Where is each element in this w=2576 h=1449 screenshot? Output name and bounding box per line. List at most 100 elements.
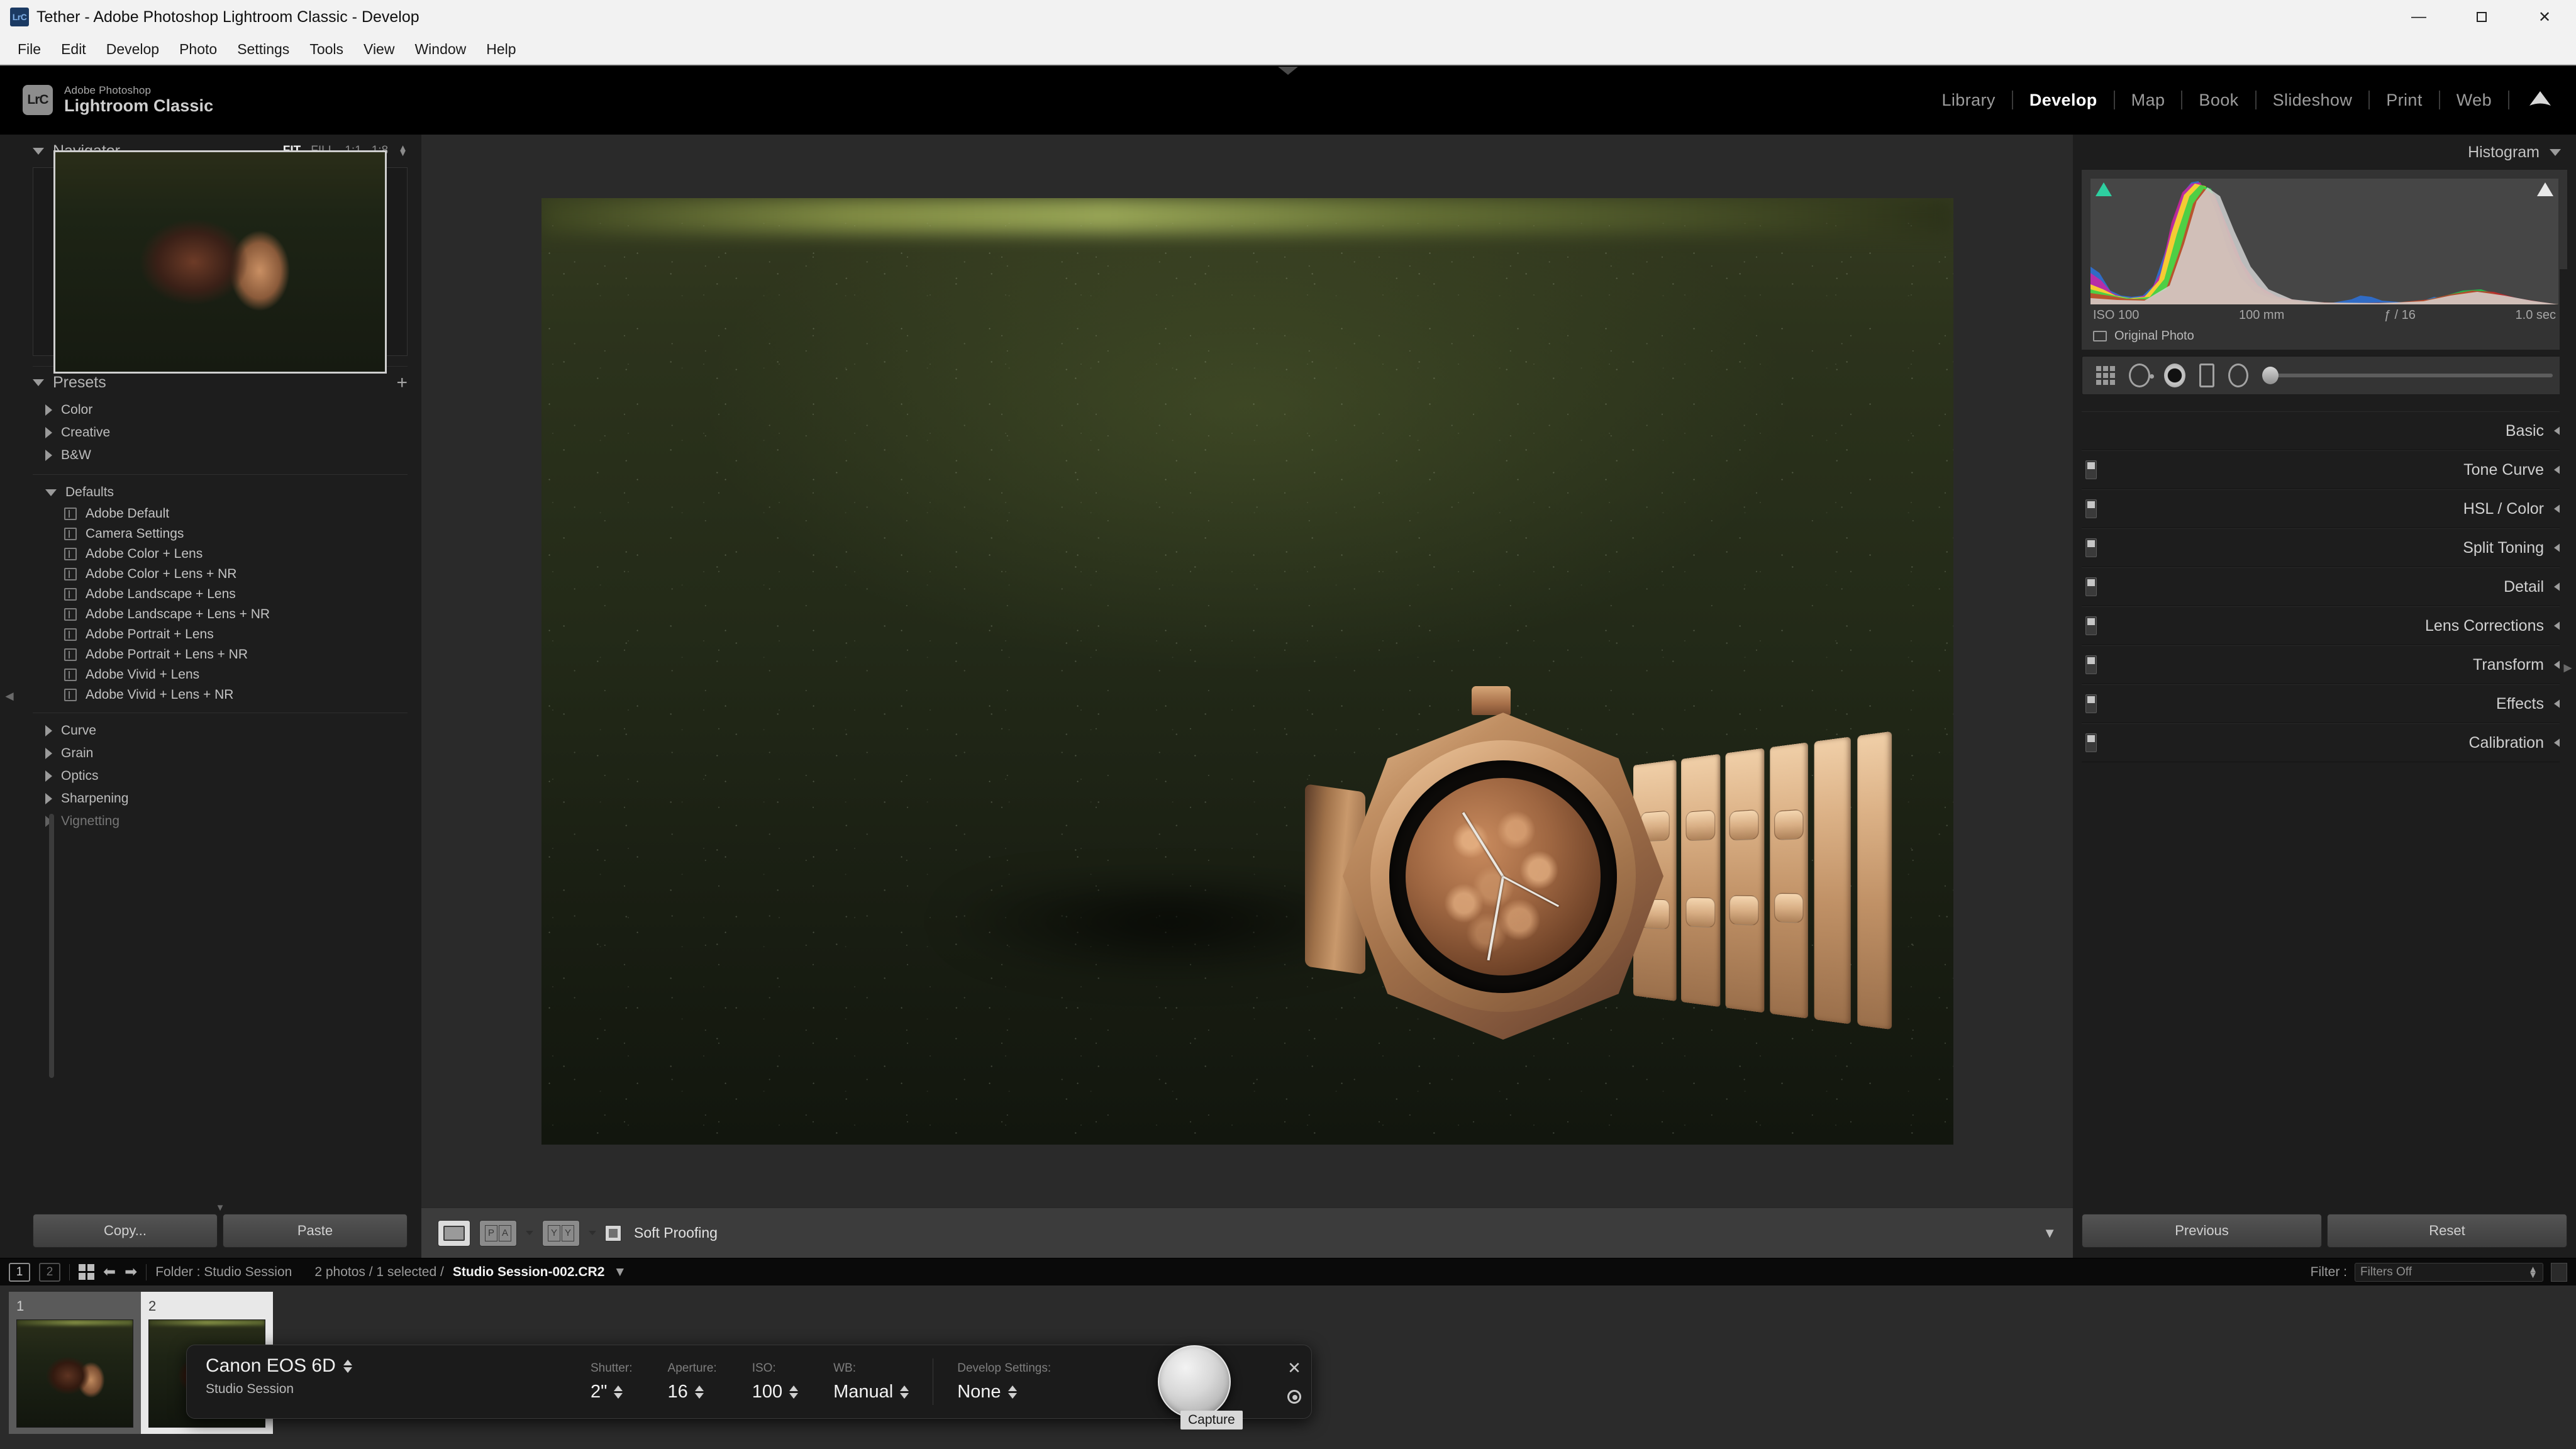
- current-filename[interactable]: Studio Session-002.CR2: [453, 1265, 605, 1280]
- preset-group-optics[interactable]: Optics: [33, 765, 408, 787]
- preset-group-curve[interactable]: Curve: [33, 719, 408, 742]
- section-toggle-switch[interactable]: [2085, 460, 2097, 479]
- preset-group-grain[interactable]: Grain: [33, 742, 408, 765]
- paste-button[interactable]: Paste: [223, 1214, 408, 1248]
- previous-button[interactable]: Previous: [2082, 1214, 2322, 1248]
- grid-view-icon[interactable]: [79, 1264, 94, 1280]
- preset-item[interactable]: Adobe Portrait + Lens + NR: [33, 645, 408, 665]
- before-after-split-dropdown-icon[interactable]: [589, 1231, 596, 1235]
- original-photo-toggle[interactable]: Original Photo: [2090, 323, 2558, 345]
- filename-dropdown-icon[interactable]: ▼: [613, 1265, 626, 1280]
- preset-group-creative[interactable]: Creative: [33, 421, 408, 444]
- highlight-clipping-indicator[interactable]: [2537, 182, 2553, 196]
- soft-proofing-checkbox[interactable]: [605, 1224, 621, 1241]
- module-slideshow[interactable]: Slideshow: [2257, 91, 2369, 110]
- tether-field-develop-settings[interactable]: Develop Settings: None: [940, 1362, 1069, 1402]
- shadow-clipping-indicator[interactable]: [2096, 182, 2112, 196]
- menu-develop[interactable]: Develop: [96, 38, 169, 60]
- panel-section-lens-corrections[interactable]: Lens Corrections: [2082, 606, 2567, 645]
- filter-dropdown[interactable]: Filters Off ▲ ▼: [2355, 1262, 2543, 1282]
- panel-section-hsl-color[interactable]: HSL / Color: [2082, 489, 2567, 528]
- preset-group-bw[interactable]: B&W: [33, 444, 408, 467]
- preset-item[interactable]: Adobe Default: [33, 504, 408, 524]
- left-panel-scrollbar[interactable]: [49, 814, 54, 1078]
- preset-item[interactable]: Adobe Color + Lens: [33, 544, 408, 564]
- tether-field-wb[interactable]: WB: Manual: [816, 1362, 926, 1402]
- menu-edit[interactable]: Edit: [51, 38, 96, 60]
- zoom-stepper-icon[interactable]: ▲ ▼: [398, 143, 408, 158]
- preset-item[interactable]: Adobe Vivid + Lens: [33, 665, 408, 685]
- toolbar-chevron-down-icon[interactable]: ▼: [2043, 1225, 2057, 1241]
- menu-settings[interactable]: Settings: [227, 38, 299, 60]
- module-web[interactable]: Web: [2440, 91, 2508, 110]
- preset-group-color[interactable]: Color: [33, 399, 408, 421]
- aperture-value-row[interactable]: 16: [668, 1382, 717, 1402]
- navigator-preview[interactable]: [33, 150, 408, 374]
- tether-settings-icon[interactable]: [1287, 1390, 1301, 1404]
- preset-item[interactable]: Adobe Portrait + Lens: [33, 625, 408, 645]
- spot-removal-icon[interactable]: [2129, 364, 2154, 387]
- tether-capture-bar[interactable]: Canon EOS 6D Studio Session Shutter: 2" …: [186, 1345, 1312, 1430]
- histogram-header[interactable]: Histogram: [2082, 135, 2567, 170]
- iso-stepper-icon[interactable]: [789, 1385, 799, 1399]
- before-after-dropdown-icon[interactable]: [526, 1231, 533, 1235]
- filter-toggle-button[interactable]: [2551, 1262, 2567, 1282]
- right-panel-collapse-handle[interactable]: ►: [2560, 269, 2576, 1067]
- module-develop[interactable]: Develop: [2013, 91, 2114, 110]
- left-panel-collapse-arrow[interactable]: ▼: [33, 1203, 408, 1213]
- module-map[interactable]: Map: [2115, 91, 2182, 110]
- photo-stage[interactable]: [421, 135, 2073, 1208]
- maximize-button[interactable]: [2450, 0, 2513, 34]
- minimize-button[interactable]: —: [2387, 0, 2450, 34]
- left-panel-collapse-handle[interactable]: ◄: [0, 135, 19, 1258]
- section-toggle-switch[interactable]: [2085, 577, 2097, 596]
- copy-button[interactable]: Copy...: [33, 1214, 218, 1248]
- shutter-value-row[interactable]: 2": [591, 1382, 633, 1402]
- linear-gradient-icon[interactable]: [2199, 364, 2214, 387]
- tether-field-aperture[interactable]: Aperture: 16: [650, 1362, 735, 1402]
- panel-section-tone-curve[interactable]: Tone Curve: [2082, 450, 2567, 489]
- crop-overlay-icon[interactable]: [2096, 366, 2115, 385]
- develop-settings-row[interactable]: None: [957, 1382, 1051, 1402]
- panel-section-calibration[interactable]: Calibration: [2082, 723, 2567, 762]
- folder-label[interactable]: Folder : Studio Session: [155, 1265, 292, 1280]
- section-toggle-switch[interactable]: [2085, 499, 2097, 518]
- top-panel-collapse-arrow[interactable]: [1278, 67, 1298, 75]
- capture-button[interactable]: [1158, 1345, 1231, 1418]
- filmstrip-thumbnail-1[interactable]: 1: [9, 1292, 141, 1434]
- wb-value-row[interactable]: Manual: [833, 1382, 909, 1402]
- iso-value-row[interactable]: 100: [752, 1382, 799, 1402]
- section-toggle-switch[interactable]: [2085, 694, 2097, 713]
- module-library[interactable]: Library: [1925, 91, 2011, 110]
- tether-camera-selector[interactable]: Canon EOS 6D: [206, 1355, 570, 1377]
- reset-button[interactable]: Reset: [2327, 1214, 2567, 1248]
- panel-section-detail[interactable]: Detail: [2082, 567, 2567, 606]
- preset-item[interactable]: Adobe Landscape + Lens + NR: [33, 604, 408, 625]
- section-toggle-switch[interactable]: [2085, 616, 2097, 635]
- menu-view[interactable]: View: [353, 38, 404, 60]
- module-book[interactable]: Book: [2182, 91, 2255, 110]
- menu-photo[interactable]: Photo: [169, 38, 227, 60]
- screen-2-button[interactable]: 2: [39, 1262, 60, 1282]
- soft-proofing-label[interactable]: Soft Proofing: [634, 1224, 718, 1241]
- previous-photo-arrow-icon[interactable]: ⬅: [103, 1264, 116, 1280]
- chevron-down-icon[interactable]: [33, 147, 44, 155]
- section-toggle-switch[interactable]: [2085, 655, 2097, 674]
- preset-group-vignetting[interactable]: Vignetting: [33, 810, 408, 833]
- tether-field-iso[interactable]: ISO: 100: [735, 1362, 816, 1402]
- menu-help[interactable]: Help: [476, 38, 526, 60]
- before-after-tb-button[interactable]: YY: [542, 1219, 580, 1246]
- preset-group-defaults[interactable]: Defaults: [33, 481, 408, 504]
- shutter-stepper-icon[interactable]: [614, 1385, 623, 1399]
- wb-stepper-icon[interactable]: [900, 1385, 909, 1399]
- preset-item[interactable]: Adobe Vivid + Lens + NR: [33, 685, 408, 705]
- preset-item[interactable]: Adobe Landscape + Lens: [33, 584, 408, 604]
- chevron-down-icon[interactable]: [2550, 148, 2561, 156]
- close-button[interactable]: ✕: [2513, 0, 2576, 34]
- loupe-view-button[interactable]: [438, 1219, 470, 1246]
- camera-stepper-icon[interactable]: [343, 1359, 352, 1373]
- before-after-lr-button[interactable]: PA: [479, 1219, 517, 1246]
- screen-1-button[interactable]: 1: [9, 1262, 30, 1282]
- section-toggle-switch[interactable]: [2085, 538, 2097, 557]
- menu-file[interactable]: File: [8, 38, 51, 60]
